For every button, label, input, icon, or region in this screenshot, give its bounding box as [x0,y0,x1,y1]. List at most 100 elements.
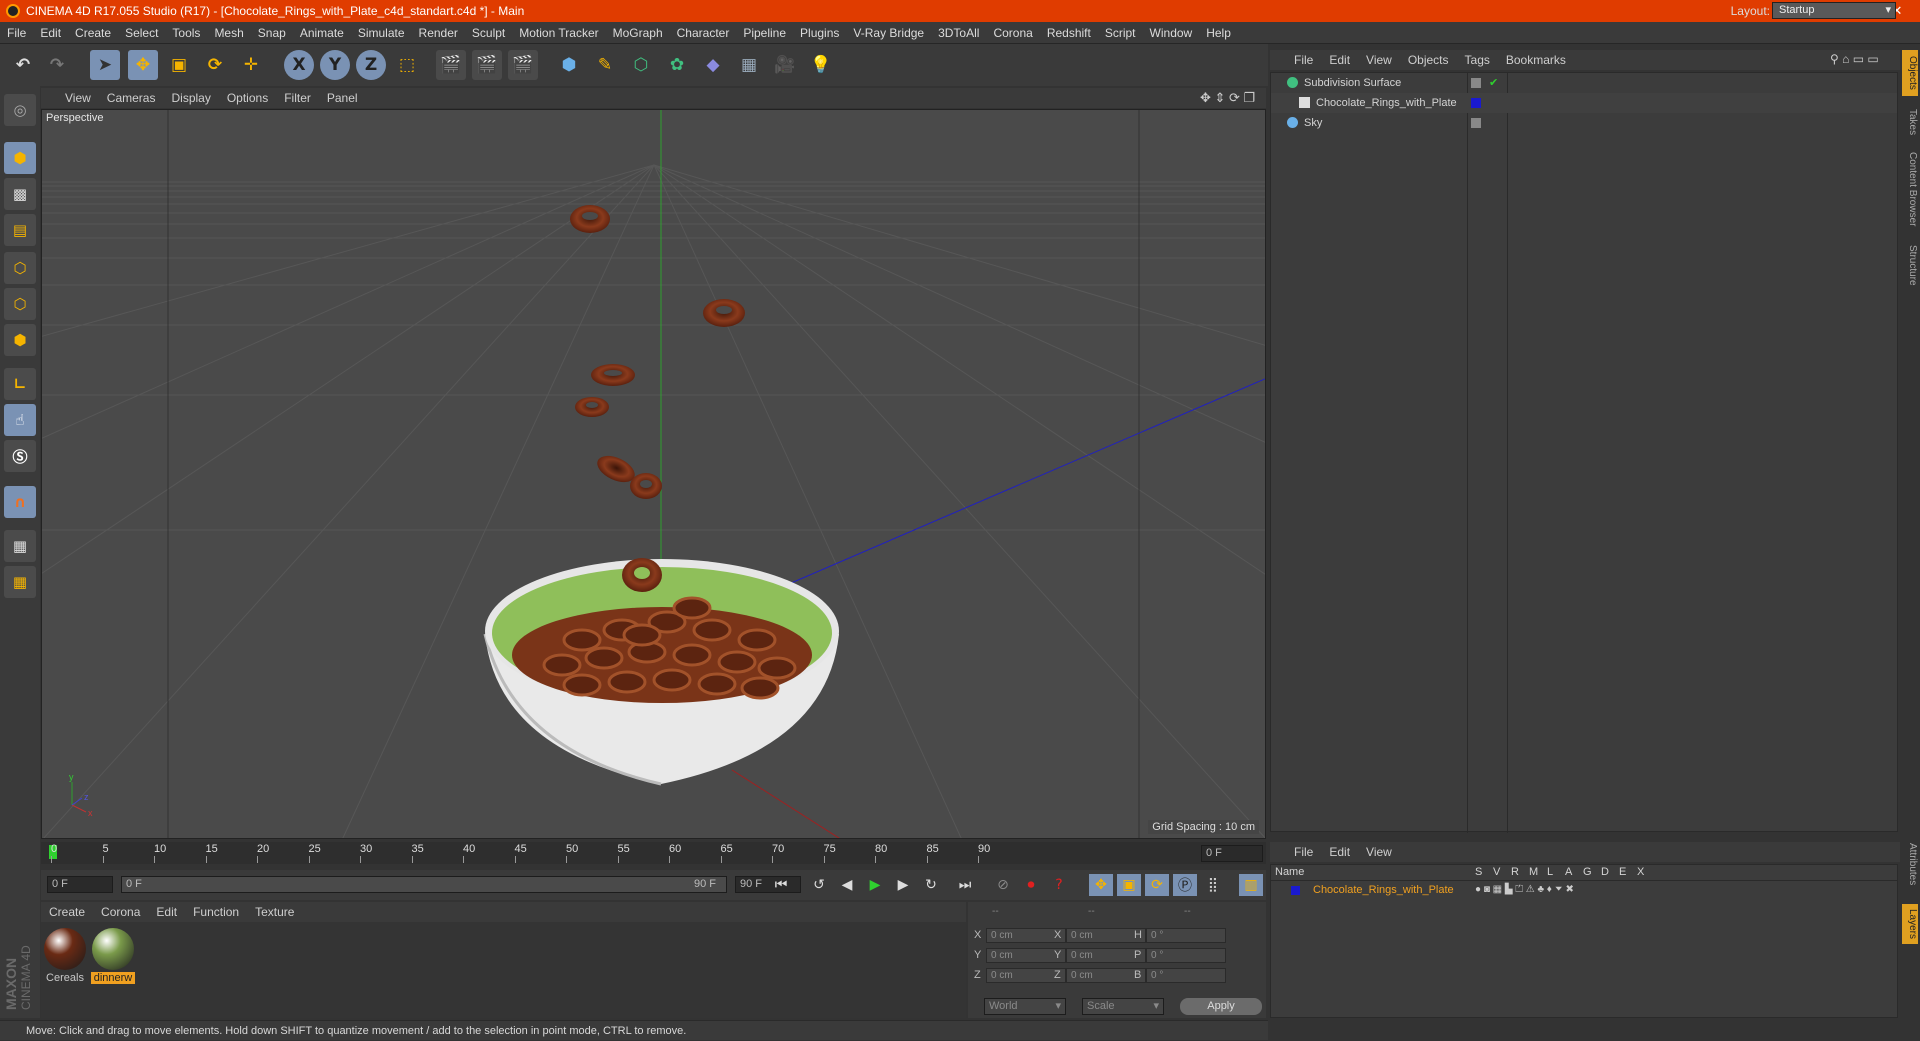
material-menu-create[interactable]: Create [41,905,93,919]
menu-edit[interactable]: Edit [33,26,68,40]
menu-character[interactable]: Character [670,26,737,40]
go-to-end-icon[interactable]: ⏭ [953,874,977,896]
viewport-menu-panel[interactable]: Panel [319,91,366,105]
spline-pen-icon[interactable]: ✎ [590,50,620,80]
texture-mode-icon[interactable]: ▩ [4,178,36,210]
right-tab-structure[interactable]: Structure [1902,240,1918,290]
size-mode-dropdown[interactable]: Scale ▾ [1082,998,1164,1015]
menu-tools[interactable]: Tools [165,26,207,40]
layout-dropdown[interactable]: Startup ▾ [1772,2,1896,19]
autokey-icon[interactable]: ⏺ [1019,874,1043,896]
menu-motion-tracker[interactable]: Motion Tracker [512,26,605,40]
layer-flags-icons[interactable]: ● ◙ ▦ ▙ ⏍ ⚠ ♣ ♦ ⏷ ✖ [1475,881,1574,899]
material-menu-edit[interactable]: Edit [148,905,185,919]
material-menu-function[interactable]: Function [185,905,247,919]
snap-icon[interactable]: Ⓢ [4,440,36,472]
viewport-camera-label[interactable]: Perspective [46,112,103,124]
undo-icon[interactable]: ↶ [8,50,38,80]
right-tab-content-browser[interactable]: Content Browser [1902,144,1918,234]
deformer-icon[interactable]: ◆ [698,50,728,80]
mograph-cloner-icon[interactable]: ✿ [662,50,692,80]
menu-plugins[interactable]: Plugins [793,26,846,40]
layer-row[interactable]: Chocolate_Rings_with_Plate ● ◙ ▦ ▙ ⏍ ⚠ ♣… [1271,881,1897,899]
magnet-icon[interactable]: ∩ [4,486,36,518]
x-axis-lock-button[interactable]: X [284,50,314,80]
menu-select[interactable]: Select [118,26,165,40]
previous-key-icon[interactable]: ↺ [807,874,831,896]
key-parameter-icon[interactable]: Ⓟ [1173,874,1197,896]
material-menu-texture[interactable]: Texture [247,905,302,919]
menu-mesh[interactable]: Mesh [207,26,250,40]
timeline-window-icon[interactable]: ▥ [1239,874,1263,896]
object-menu-file[interactable]: File [1286,53,1321,67]
render-picture-viewer-icon[interactable]: 🎬 [472,50,502,80]
polygons-mode-icon[interactable]: ⬢ [4,324,36,356]
menu-render[interactable]: Render [412,26,465,40]
menu-window[interactable]: Window [1143,26,1200,40]
next-key-icon[interactable]: ↻ [919,874,943,896]
visibility-toggle-icon[interactable] [1471,118,1481,128]
layer-menu-view[interactable]: View [1358,845,1400,859]
menu-sculpt[interactable]: Sculpt [465,26,512,40]
keyframe-selection-icon[interactable]: ? [1047,874,1071,896]
key-position-icon[interactable]: ✥ [1089,874,1113,896]
render-view-icon[interactable]: 🎬 [436,50,466,80]
points-mode-icon[interactable]: ⬡ [4,252,36,284]
layer-menu-edit[interactable]: Edit [1321,845,1358,859]
menu-create[interactable]: Create [68,26,118,40]
model-mode-icon[interactable]: ⬢ [4,142,36,174]
coordinate-system-icon[interactable]: ⬚ [392,50,422,80]
transform-tool-icon[interactable]: ✛ [236,50,266,80]
select-cursor-icon[interactable]: ➤ [90,50,120,80]
redo-icon[interactable]: ↷ [42,50,72,80]
menu-script[interactable]: Script [1098,26,1143,40]
menu-pipeline[interactable]: Pipeline [736,26,793,40]
object-menu-objects[interactable]: Objects [1400,53,1457,67]
frame-range-slider[interactable]: 0 F 90 F [121,876,727,893]
menu-animate[interactable]: Animate [293,26,351,40]
object-menu-tags[interactable]: Tags [1457,53,1498,67]
viewport-menu-options[interactable]: Options [219,91,276,105]
cube-primitive-icon[interactable]: ⬢ [554,50,584,80]
right-tab-layers[interactable]: Layers [1902,904,1918,944]
material-swatch[interactable]: dinnerw [91,928,135,984]
timeline-ruler[interactable]: 0 5 10 15 20 25 30 35 40 45 50 55 60 65 70 75 80 85 90 0 F [41,842,1266,864]
menu-snap[interactable]: Snap [251,26,293,40]
viewport-menu-cameras[interactable]: Cameras [99,91,164,105]
object-row[interactable]: Subdivision Surface ✔ [1271,73,1897,93]
play-icon[interactable]: ▶ [863,874,887,896]
key-scale-icon[interactable]: ▣ [1117,874,1141,896]
right-tab-attributes[interactable]: Attributes [1902,834,1918,894]
menu-mograph[interactable]: MoGraph [606,26,670,40]
visibility-toggle-icon[interactable] [1471,78,1481,88]
floor-icon[interactable]: ▦ [734,50,764,80]
viewport-nav-icons[interactable]: ✥ ⇕ ⟳ ❐ [1200,90,1255,106]
menu-redshift[interactable]: Redshift [1040,26,1098,40]
visibility-toggle-icon[interactable] [1471,98,1481,108]
menu-corona[interactable]: Corona [986,26,1039,40]
menu-v-ray-bridge[interactable]: V-Ray Bridge [846,26,931,40]
next-frame-icon[interactable]: ▶ [891,874,915,896]
perspective-viewport[interactable]: y xz Perspective Grid Spacing : 10 cm [41,109,1266,839]
subdivision-surface-icon[interactable]: ⬡ [626,50,656,80]
workplane-lock-icon[interactable]: ▦ [4,530,36,562]
previous-frame-icon[interactable]: ◀ [835,874,859,896]
move-tool-icon[interactable]: ✥ [128,50,158,80]
layer-menu-file[interactable]: File [1286,845,1321,859]
object-row[interactable]: Chocolate_Rings_with_Plate [1271,93,1897,113]
camera-icon[interactable]: 🎥 [770,50,800,80]
go-to-start-icon[interactable]: ⏮ [769,874,793,896]
z-axis-lock-button[interactable]: Z [356,50,386,80]
start-frame-field[interactable]: 0 F [47,876,113,893]
record-keys-icon[interactable]: ⊘ [991,874,1015,896]
object-menu-edit[interactable]: Edit [1321,53,1358,67]
coordinate-space-dropdown[interactable]: World ▾ [984,998,1066,1015]
make-editable-icon[interactable]: ◎ [4,94,36,126]
right-tab-objects[interactable]: Objects [1902,50,1918,96]
key-rotation-icon[interactable]: ⟳ [1145,874,1169,896]
object-menu-view[interactable]: View [1358,53,1400,67]
apply-button[interactable]: Apply [1180,998,1262,1015]
enable-check-icon[interactable]: ✔ [1489,73,1498,93]
tweak-mode-icon[interactable]: ☝ [4,404,36,436]
edges-mode-icon[interactable]: ⬡ [4,288,36,320]
